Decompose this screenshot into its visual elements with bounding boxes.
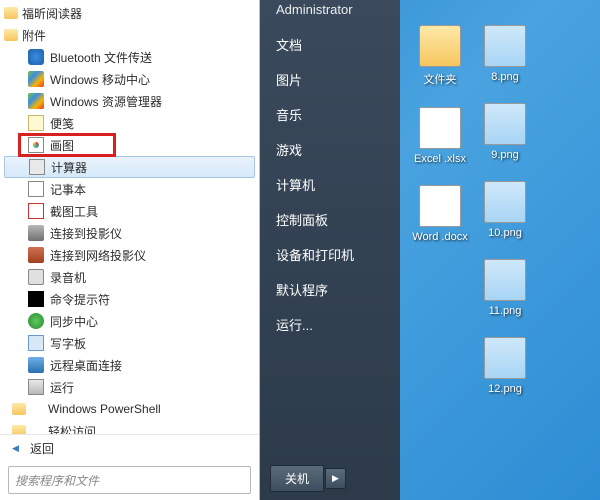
desktop-icon-8png[interactable]: 8.png <box>470 25 540 83</box>
link-music[interactable]: 音乐 <box>260 97 400 132</box>
desktop-icon-10png[interactable]: 10.png <box>470 181 540 239</box>
link-control-panel[interactable]: 控制面板 <box>260 202 400 237</box>
desktop-column-1: 文件夹 Excel .xlsx Word .docx <box>405 25 475 243</box>
folder-foxit[interactable]: 福昕阅读器 <box>0 2 259 24</box>
sticky-note-icon <box>28 115 44 131</box>
app-command-prompt[interactable]: 命令提示符 <box>0 288 259 310</box>
app-wordpad[interactable]: 写字板 <box>0 332 259 354</box>
app-paint[interactable]: 画图 <box>0 134 259 156</box>
microphone-icon <box>28 269 44 285</box>
app-run[interactable]: 运行 <box>0 376 259 398</box>
bluetooth-icon <box>28 49 44 65</box>
start-menu-right-panel: Administrator 文档 图片 音乐 游戏 计算机 控制面板 设备和打印… <box>260 0 400 500</box>
app-mobility-center[interactable]: Windows 移动中心 <box>0 68 259 90</box>
wordpad-icon <box>28 335 44 351</box>
link-devices-printers[interactable]: 设备和打印机 <box>260 237 400 272</box>
remote-desktop-icon <box>28 357 44 373</box>
app-sound-recorder[interactable]: 录音机 <box>0 266 259 288</box>
link-pictures[interactable]: 图片 <box>260 62 400 97</box>
projector-icon <box>28 225 44 241</box>
link-documents[interactable]: 文档 <box>260 27 400 62</box>
terminal-icon <box>28 291 44 307</box>
start-menu-left-panel: 福昕阅读器 附件 Bluetooth 文件传送 Windows 移动中心 Win… <box>0 0 260 500</box>
app-projector[interactable]: 连接到投影仪 <box>0 222 259 244</box>
shutdown-menu-arrow[interactable]: ▶ <box>325 468 346 489</box>
paint-icon <box>28 137 44 153</box>
folder-accessories[interactable]: 附件 <box>0 24 259 46</box>
run-icon <box>28 379 44 395</box>
link-games[interactable]: 游戏 <box>260 132 400 167</box>
network-projector-icon <box>28 247 44 263</box>
app-sticky-notes[interactable]: 便笺 <box>0 112 259 134</box>
desktop-icon-word[interactable]: Word .docx <box>405 185 475 243</box>
link-run[interactable]: 运行... <box>260 307 400 342</box>
windows-icon <box>28 93 44 109</box>
calculator-icon <box>29 159 45 175</box>
search-input[interactable]: 搜索程序和文件 <box>8 466 251 494</box>
app-network-projector[interactable]: 连接到网络投影仪 <box>0 244 259 266</box>
windows-icon <box>28 71 44 87</box>
desktop-icon-12png[interactable]: 12.png <box>470 337 540 395</box>
folder-powershell[interactable]: Windows PowerShell <box>0 398 259 420</box>
user-name[interactable]: Administrator <box>260 0 400 27</box>
desktop-icon-9png[interactable]: 9.png <box>470 103 540 161</box>
app-snipping-tool[interactable]: 截图工具 <box>0 200 259 222</box>
sync-icon <box>28 313 44 329</box>
desktop-column-2: 8.png 9.png 10.png 11.png 12.png <box>470 25 540 395</box>
app-notepad[interactable]: 记事本 <box>0 178 259 200</box>
folder-ease-of-access[interactable]: 轻松访问 <box>0 420 259 434</box>
link-computer[interactable]: 计算机 <box>260 167 400 202</box>
app-explorer[interactable]: Windows 资源管理器 <box>0 90 259 112</box>
shutdown-button[interactable]: 关机 <box>270 465 324 492</box>
desktop-icon-folder[interactable]: 文件夹 <box>405 25 475 87</box>
desktop-icon-11png[interactable]: 11.png <box>470 259 540 317</box>
notepad-icon <box>28 181 44 197</box>
back-button[interactable]: 返回 <box>0 434 259 462</box>
scissors-icon <box>28 203 44 219</box>
app-sync-center[interactable]: 同步中心 <box>0 310 259 332</box>
app-remote-desktop[interactable]: 远程桌面连接 <box>0 354 259 376</box>
desktop-icon-excel[interactable]: Excel .xlsx <box>405 107 475 165</box>
link-default-programs[interactable]: 默认程序 <box>260 272 400 307</box>
program-list: 福昕阅读器 附件 Bluetooth 文件传送 Windows 移动中心 Win… <box>0 0 259 434</box>
shutdown-area: 关机 ▶ <box>260 459 400 500</box>
start-menu: 福昕阅读器 附件 Bluetooth 文件传送 Windows 移动中心 Win… <box>0 0 400 500</box>
app-calculator[interactable]: 计算器 <box>4 156 255 178</box>
app-bluetooth[interactable]: Bluetooth 文件传送 <box>0 46 259 68</box>
